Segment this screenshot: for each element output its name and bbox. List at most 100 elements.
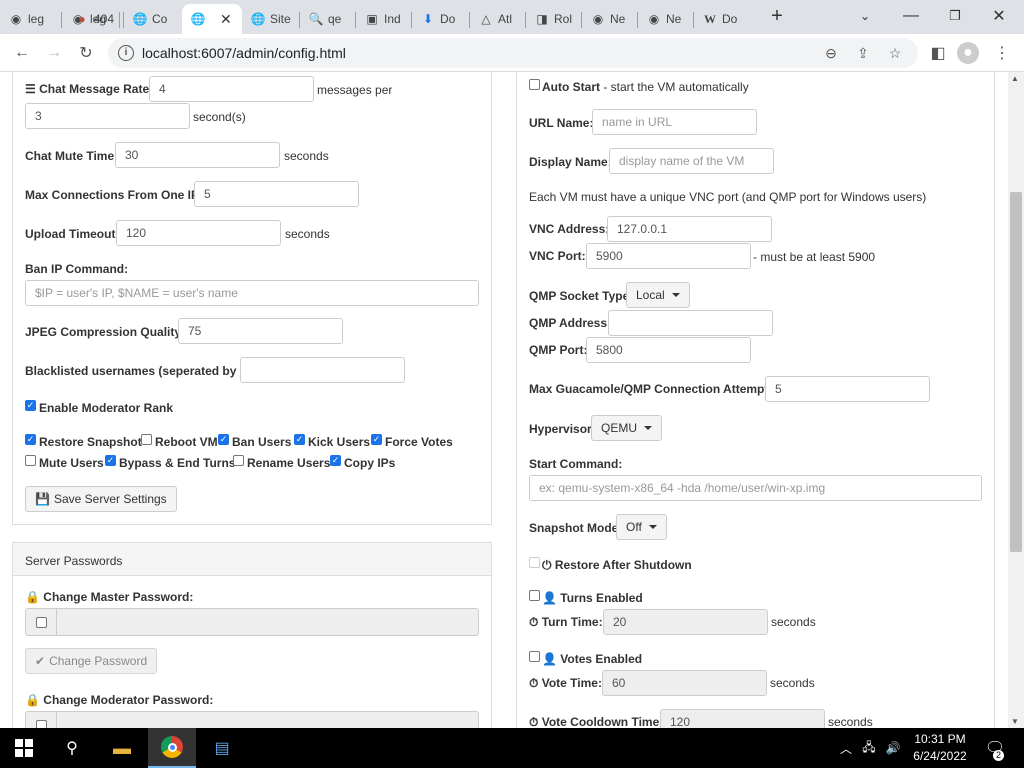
- notification-icon[interactable]: 🗨 2: [980, 728, 1010, 768]
- tab-label: Do: [722, 12, 738, 26]
- perm-kick-checkbox[interactable]: ✓: [294, 434, 305, 445]
- new-tab-button[interactable]: +: [762, 4, 792, 28]
- snapshot-mode-label: Snapshot Mode:: [529, 521, 623, 535]
- vote-cooldown-input[interactable]: [660, 709, 825, 728]
- tab-6[interactable]: 🔍 qe: [300, 4, 356, 34]
- tab-2[interactable]: ● 404: [66, 4, 124, 34]
- back-icon[interactable]: ←: [10, 41, 34, 65]
- vote-time-unit: seconds: [770, 676, 815, 690]
- tab-12[interactable]: ◉ Ne: [638, 4, 694, 34]
- scroll-up-icon[interactable]: ▲: [1011, 74, 1019, 83]
- master-password-input[interactable]: [56, 608, 479, 636]
- vote-time-input[interactable]: [602, 670, 767, 696]
- jpeg-quality-input[interactable]: [178, 318, 343, 344]
- qmp-type-dropdown[interactable]: Local: [626, 282, 690, 308]
- tab-8[interactable]: ⬇ Do: [412, 4, 470, 34]
- turn-time-input[interactable]: [603, 609, 768, 635]
- close-window-button[interactable]: ✕: [984, 4, 1014, 28]
- save-server-settings-button[interactable]: 💾 Save Server Settings: [25, 486, 177, 512]
- mute-time-input[interactable]: [115, 142, 280, 168]
- change-password-button[interactable]: ✔ Change Password: [25, 648, 158, 674]
- perm-reboot-checkbox[interactable]: [141, 434, 152, 445]
- start-button[interactable]: [0, 728, 48, 768]
- scrollbar-thumb[interactable]: [1010, 192, 1022, 552]
- tab-label: qe: [328, 12, 342, 26]
- taskbar-clock[interactable]: 10:31 PM 6/24/2022: [905, 731, 975, 765]
- blacklist-input[interactable]: [240, 357, 405, 383]
- perm-rename-checkbox[interactable]: [233, 455, 244, 466]
- minimize-button[interactable]: —: [896, 4, 926, 28]
- hypervisor-dropdown[interactable]: QEMU: [591, 415, 662, 441]
- max-connections-input[interactable]: [194, 181, 359, 207]
- tab-label: Ne: [666, 12, 682, 26]
- ban-ip-label: Ban IP Command:: [25, 262, 129, 276]
- tab-9[interactable]: △ Atl: [470, 4, 526, 34]
- tab-11[interactable]: ◉ Ne: [582, 4, 638, 34]
- chrome-icon: [161, 736, 183, 758]
- chat-rate-seconds-input[interactable]: [25, 103, 190, 129]
- search-icon[interactable]: ⚲: [52, 728, 92, 768]
- chevron-up-icon[interactable]: ︿: [836, 728, 856, 768]
- profile-icon[interactable]: ●: [957, 42, 979, 64]
- master-password-checkbox[interactable]: [36, 617, 47, 628]
- tab-active[interactable]: 🌐 ✕: [182, 4, 242, 34]
- start-command-input[interactable]: [529, 475, 982, 501]
- url-name-input[interactable]: [592, 109, 757, 135]
- perm-copy-ips-label: Copy IPs: [344, 456, 396, 470]
- tab-label: Atl: [498, 12, 513, 26]
- scroll-down-icon[interactable]: ▼: [1011, 717, 1019, 726]
- start-command-label: Start Command:: [529, 457, 623, 471]
- check-icon: ✔: [35, 654, 46, 668]
- autostart-checkbox[interactable]: [529, 79, 540, 90]
- upload-timeout-input[interactable]: [116, 220, 281, 246]
- forward-icon[interactable]: →: [42, 41, 66, 65]
- votes-enabled-checkbox[interactable]: [529, 651, 540, 662]
- tab-search-icon[interactable]: ⌄: [850, 4, 880, 28]
- perm-mute-checkbox[interactable]: [25, 455, 36, 466]
- file-explorer-icon[interactable]: ▬: [100, 728, 144, 768]
- app-taskbar-icon[interactable]: ▤: [200, 728, 244, 768]
- max-attempts-input[interactable]: [765, 376, 930, 402]
- sidepanel-icon[interactable]: ◧: [926, 41, 950, 65]
- tab-7[interactable]: ▣ Ind: [356, 4, 412, 34]
- perm-bypass-checkbox[interactable]: ✓: [105, 455, 116, 466]
- qmp-type-value: Local: [636, 288, 665, 302]
- display-name-input[interactable]: [609, 148, 774, 174]
- tab-0[interactable]: ◉ leg: [0, 4, 62, 34]
- share-icon[interactable]: ⇪: [852, 42, 874, 64]
- bookmark-star-icon[interactable]: ☆: [884, 42, 906, 64]
- perm-restore-checkbox[interactable]: ✓: [25, 434, 36, 445]
- info-icon[interactable]: i: [118, 45, 134, 61]
- close-icon[interactable]: ✕: [220, 11, 232, 28]
- url-text[interactable]: localhost:6007/admin/config.html: [142, 45, 346, 61]
- perm-ban-checkbox[interactable]: ✓: [218, 434, 229, 445]
- moderator-password-input[interactable]: [56, 711, 479, 728]
- reload-icon[interactable]: ↻: [74, 41, 98, 65]
- chat-rate-input[interactable]: [149, 76, 314, 102]
- maximize-button[interactable]: ❐: [940, 4, 970, 28]
- vnc-port-input[interactable]: [586, 243, 751, 269]
- tab-13[interactable]: W Do: [694, 4, 754, 34]
- address-bar[interactable]: i localhost:6007/admin/config.html ⊖ ⇪ ☆: [108, 38, 918, 68]
- download-icon: ⬇: [422, 12, 434, 26]
- vnc-address-input[interactable]: [607, 216, 772, 242]
- network-icon[interactable]: 🖧: [858, 728, 880, 768]
- volume-icon[interactable]: 🔊: [882, 728, 904, 768]
- tab-3[interactable]: 🌐 Co: [124, 4, 182, 34]
- turns-enabled-checkbox[interactable]: [529, 590, 540, 601]
- page-scrollbar[interactable]: ▲ ▼: [1008, 72, 1024, 728]
- moderator-password-checkbox[interactable]: [36, 720, 47, 728]
- chrome-taskbar-button[interactable]: [148, 728, 196, 768]
- restore-after-shutdown-checkbox[interactable]: [529, 557, 540, 568]
- qmp-port-input[interactable]: [586, 337, 751, 363]
- enable-moderator-checkbox[interactable]: ✓: [25, 400, 36, 411]
- snapshot-mode-dropdown[interactable]: Off: [616, 514, 667, 540]
- qmp-address-input[interactable]: [608, 310, 773, 336]
- tab-10[interactable]: ◨ Rol: [526, 4, 582, 34]
- tab-5[interactable]: 🌐 Site: [242, 4, 300, 34]
- menu-icon[interactable]: ⋮: [990, 41, 1014, 65]
- perm-force-votes-checkbox[interactable]: ✓: [371, 434, 382, 445]
- ban-ip-input[interactable]: [25, 280, 479, 306]
- perm-copy-ips-checkbox[interactable]: ✓: [330, 455, 341, 466]
- zoom-icon[interactable]: ⊖: [820, 42, 842, 64]
